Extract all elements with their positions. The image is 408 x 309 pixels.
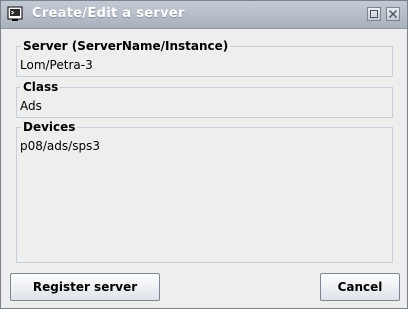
window-title: Create/Edit a server [32,6,185,21]
terminal-app-icon[interactable] [7,6,23,22]
class-group: Class Ads [16,80,393,118]
title-bar[interactable]: Create/Edit a server [1,1,407,29]
class-field[interactable]: Ads [20,99,42,113]
server-group: Server (ServerName/Instance) Lom/Petra-3 [16,39,393,77]
devices-textarea[interactable]: p08/ads/sps3 [20,139,100,153]
server-label: Server (ServerName/Instance) [21,39,231,53]
dialog-window: Create/Edit a server Server (ServerName/… [0,0,408,309]
close-icon [389,10,397,18]
devices-group: Devices p08/ads/sps3 [16,120,393,263]
devices-label: Devices [21,120,78,134]
maximize-icon [370,10,378,18]
server-field[interactable]: Lom/Petra-3 [20,58,93,72]
class-label: Class [21,80,61,94]
maximize-button[interactable] [367,7,381,21]
close-button[interactable] [386,7,400,21]
cancel-button[interactable]: Cancel [320,273,400,301]
register-server-button[interactable]: Register server [10,273,160,301]
